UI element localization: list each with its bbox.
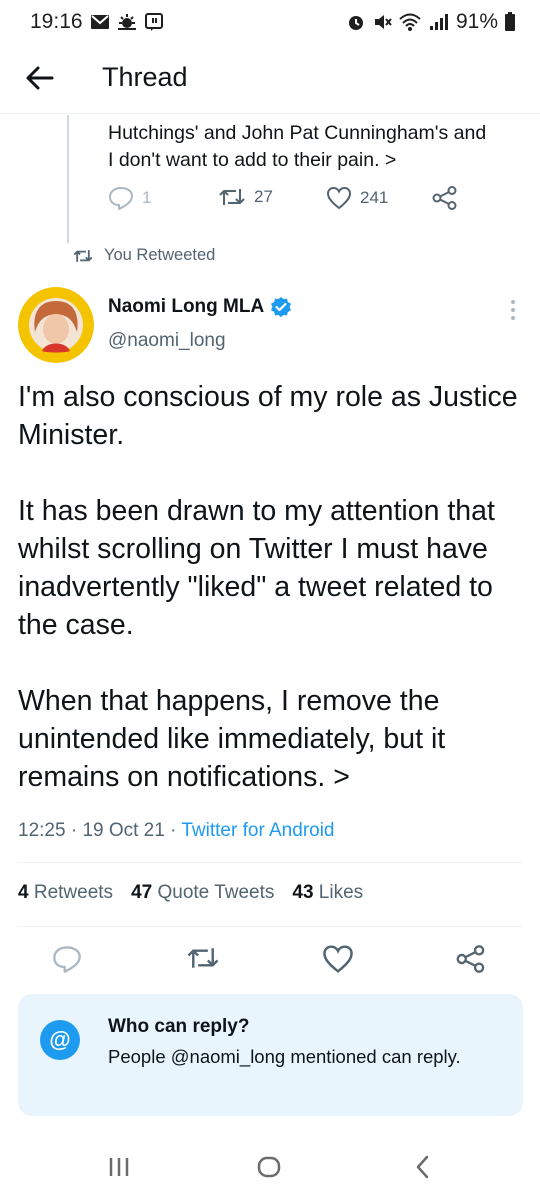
author-handle[interactable]: @naomi_long — [108, 330, 226, 352]
alarm-icon — [348, 16, 363, 30]
previous-share-button[interactable] — [432, 186, 458, 210]
tweet-source-link[interactable]: Twitter for Android — [181, 820, 334, 841]
previous-tweet-text[interactable]: Hutchings' and John Pat Cunningham's and… — [108, 120, 528, 174]
back-button[interactable] — [22, 60, 58, 96]
mute-icon — [374, 15, 392, 29]
tweet-paragraph: I'm also conscious of my role as Justice… — [18, 381, 518, 451]
retweets-stat[interactable]: 4 Retweets — [18, 882, 113, 904]
tweet-date: 19 Oct 21 — [82, 820, 165, 841]
likes-count: 43 — [292, 882, 314, 903]
previous-like-count: 241 — [360, 188, 389, 207]
mention-icon: @ — [40, 1020, 80, 1060]
tweet-action-bar — [0, 940, 540, 984]
home-icon — [257, 1156, 281, 1178]
tweet-paragraph: When that happens, I remove the unintend… — [18, 685, 446, 793]
wifi-icon — [399, 13, 421, 31]
chevron-left-icon — [416, 1155, 429, 1179]
previous-reply-button[interactable]: 1 — [108, 186, 151, 210]
retweets-label: Retweets — [33, 882, 114, 903]
more-vertical-icon — [511, 300, 515, 320]
battery-icon — [505, 12, 515, 31]
avatar[interactable] — [18, 287, 94, 363]
heart-icon — [323, 945, 353, 973]
share-icon — [456, 945, 485, 973]
retweets-count: 4 — [18, 882, 29, 903]
thread-connector-line — [67, 115, 69, 243]
page-title: Thread — [102, 62, 188, 92]
tweet-timestamp: 12:25 · 19 Oct 21 · Twitter for Android — [18, 820, 335, 841]
retweet-context: You Retweeted — [72, 246, 215, 265]
previous-like-button[interactable]: 241 — [326, 186, 388, 210]
retweet-icon — [73, 249, 93, 262]
author-name-text: Naomi Long MLA — [108, 296, 265, 317]
retweet-button[interactable] — [186, 944, 220, 978]
verified-badge-icon — [271, 297, 292, 317]
reply-restriction-text: People @naomi_long mentioned can reply. — [108, 1046, 461, 1067]
message-app-icon — [145, 13, 163, 31]
quote-tweets-count: 47 — [131, 882, 153, 903]
reply-icon — [109, 187, 133, 210]
mail-icon — [91, 15, 109, 29]
author-name[interactable]: Naomi Long MLA — [108, 296, 292, 318]
reply-restriction-card: @ Who can reply? People @naomi_long ment… — [18, 994, 523, 1116]
system-navigation-bar — [0, 1130, 540, 1200]
retweet-context-label: You Retweeted — [104, 246, 216, 264]
signal-icon — [429, 14, 448, 30]
reply-button[interactable] — [52, 944, 86, 978]
arrow-left-icon — [26, 66, 54, 90]
profile-photo — [18, 287, 94, 363]
share-button[interactable] — [456, 944, 490, 978]
retweet-icon — [187, 948, 219, 968]
weather-icon — [118, 14, 136, 30]
system-icons: 91% — [346, 10, 516, 34]
recent-apps-icon — [109, 1158, 129, 1176]
top-app-bar: Thread — [0, 44, 540, 114]
previous-tweet-line: I don't want to add to their pain. > — [108, 149, 397, 171]
previous-retweet-button[interactable]: 27 — [218, 186, 273, 208]
more-options-button[interactable] — [500, 296, 526, 324]
previous-reply-count: 1 — [142, 188, 152, 207]
system-back-button[interactable] — [408, 1152, 438, 1182]
battery-percent: 91% — [455, 10, 498, 33]
quote-tweets-stat[interactable]: 47 Quote Tweets — [131, 882, 274, 904]
reply-restriction-title: Who can reply? — [108, 1016, 250, 1037]
divider — [18, 862, 522, 863]
likes-label: Likes — [318, 882, 364, 903]
share-icon — [432, 186, 457, 210]
retweet-icon — [219, 189, 245, 205]
status-time: 19:16 — [30, 10, 83, 33]
previous-tweet-line: Hutchings' and John Pat Cunningham's and — [108, 122, 487, 144]
tweet-text: I'm also conscious of my role as Justice… — [18, 378, 523, 796]
likes-stat[interactable]: 43 Likes — [292, 882, 363, 904]
previous-tweet-actions: 1 27 241 — [108, 186, 488, 216]
tweet-paragraph: It has been drawn to my attention that w… — [18, 495, 495, 641]
previous-retweet-count: 27 — [254, 187, 273, 206]
tweet-stats: 4 Retweets 47 Quote Tweets 43 Likes — [18, 882, 363, 904]
tweet-time: 12:25 — [18, 820, 66, 841]
status-bar: 19:16 91% — [0, 0, 540, 44]
like-button[interactable] — [322, 944, 356, 978]
reply-icon — [53, 946, 81, 973]
divider — [18, 926, 522, 927]
quote-tweets-label: Quote Tweets — [157, 882, 275, 903]
heart-icon — [326, 186, 352, 210]
notification-icons — [90, 12, 164, 32]
recent-apps-button[interactable] — [104, 1152, 134, 1182]
home-button[interactable] — [254, 1152, 284, 1182]
